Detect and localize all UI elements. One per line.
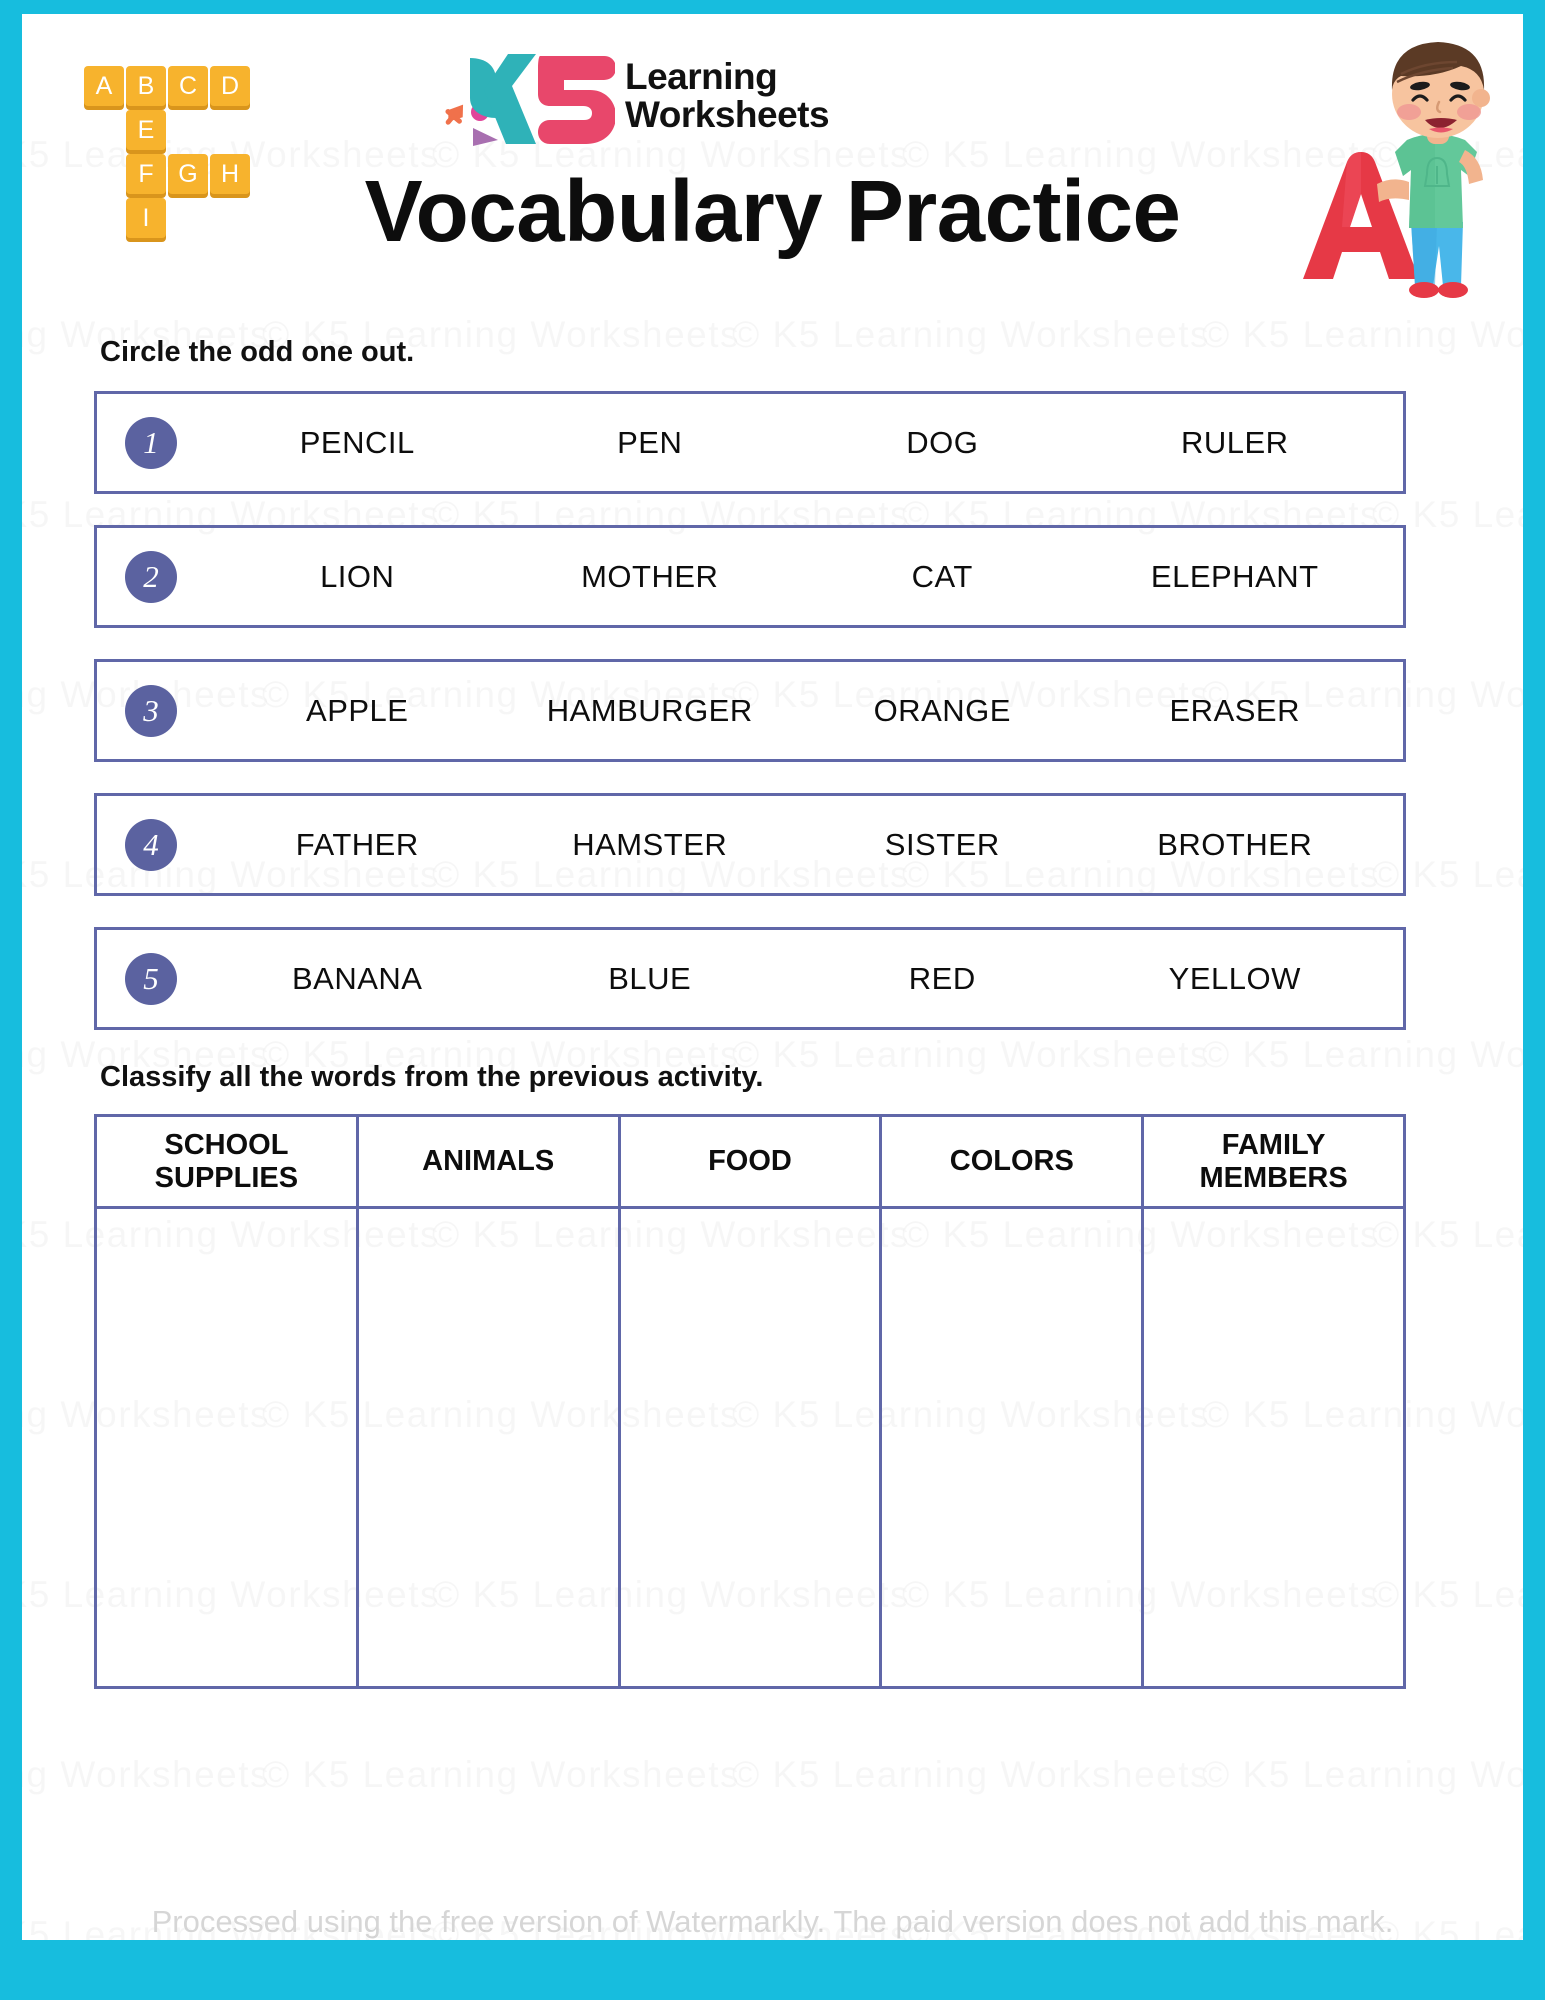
logo-wordmark: Learning Worksheets bbox=[625, 55, 830, 135]
row-number-badge: 4 bbox=[125, 818, 177, 871]
word-option[interactable]: MOTHER bbox=[504, 559, 797, 595]
word-option[interactable]: BROTHER bbox=[1089, 827, 1382, 863]
table-header-row: SCHOOL SUPPLIES ANIMALS FOOD COLORS FAMILY M… bbox=[94, 1114, 1406, 1209]
word-option[interactable]: ELEPHANT bbox=[1089, 559, 1382, 595]
exercise-row[interactable]: 5 BANANA BLUE RED YELLOW bbox=[94, 927, 1406, 1030]
exercise-row[interactable]: 2 LION MOTHER CAT ELEPHANT bbox=[94, 525, 1406, 628]
word-option[interactable]: CAT bbox=[796, 559, 1089, 595]
table-column-header: COLORS bbox=[879, 1114, 1145, 1209]
word-group: FATHER HAMSTER SISTER BROTHER bbox=[177, 827, 1403, 863]
table-answer-cell[interactable] bbox=[355, 1206, 621, 1689]
classification-table: SCHOOL SUPPLIES ANIMALS FOOD COLORS FAMILY M… bbox=[94, 1114, 1406, 1689]
table-answer-cell[interactable] bbox=[879, 1206, 1145, 1689]
worksheet-header: ABCDEFGHI Learning Worksheets Vocabulary… bbox=[22, 14, 1523, 344]
word-group: LION MOTHER CAT ELEPHANT bbox=[177, 559, 1403, 595]
table-column-header: SCHOOL SUPPLIES bbox=[94, 1114, 359, 1209]
table-column-header: FOOD bbox=[617, 1114, 883, 1209]
table-answer-cell[interactable] bbox=[1141, 1206, 1406, 1689]
word-option[interactable]: YELLOW bbox=[1089, 961, 1382, 997]
word-option[interactable]: PEN bbox=[504, 425, 797, 461]
k5-logo-svg bbox=[445, 54, 616, 146]
letter-tile-a: A bbox=[84, 66, 124, 106]
k5-learning-logo: Learning Worksheets bbox=[440, 46, 830, 146]
table-answer-cell[interactable] bbox=[617, 1206, 883, 1689]
word-option[interactable]: SISTER bbox=[796, 827, 1089, 863]
instruction-classify-words: Classify all the words from the previous… bbox=[100, 1061, 764, 1093]
boy-with-letter-a-illustration bbox=[1285, 24, 1515, 304]
k5-logo-mark bbox=[440, 46, 616, 146]
word-group: BANANA BLUE RED YELLOW bbox=[177, 961, 1403, 997]
footer-teal-band bbox=[0, 1940, 1545, 2000]
word-option[interactable]: BANANA bbox=[211, 961, 504, 997]
word-option[interactable]: DOG bbox=[796, 425, 1089, 461]
table-answer-row bbox=[94, 1206, 1406, 1689]
word-group: APPLE HAMBURGER ORANGE ERASER bbox=[177, 693, 1403, 729]
table-answer-cell[interactable] bbox=[94, 1206, 359, 1689]
letter-tile-e: E bbox=[126, 110, 166, 150]
exercise-row[interactable]: 1 PENCIL PEN DOG RULER bbox=[94, 391, 1406, 494]
row-number-badge: 3 bbox=[125, 684, 177, 737]
watermark-text: © K5 Learning Worksheets bbox=[1202, 1754, 1523, 1795]
word-option[interactable]: HAMSTER bbox=[504, 827, 797, 863]
instruction-circle-odd-one-out: Circle the odd one out. bbox=[100, 336, 415, 368]
word-option[interactable]: HAMBURGER bbox=[504, 693, 797, 729]
worksheet-paper: © K5 Learning Worksheets© K5 Learning Wo… bbox=[22, 14, 1523, 1940]
word-option[interactable]: APPLE bbox=[211, 693, 504, 729]
word-option[interactable]: RED bbox=[796, 961, 1089, 997]
mascot-svg bbox=[1303, 42, 1490, 298]
exercise-row[interactable]: 3 APPLE HAMBURGER ORANGE ERASER bbox=[94, 659, 1406, 762]
word-option[interactable]: LION bbox=[211, 559, 504, 595]
exercise-row[interactable]: 4 FATHER HAMSTER SISTER BROTHER bbox=[94, 793, 1406, 896]
word-option[interactable]: FATHER bbox=[211, 827, 504, 863]
watermarkly-notice: Processed using the free version of Wate… bbox=[151, 1904, 1394, 1939]
odd-one-out-rows: 1 PENCIL PEN DOG RULER 2 LION MOTHER CAT ELEPHANT… bbox=[94, 391, 1406, 1030]
word-option[interactable]: ORANGE bbox=[796, 693, 1089, 729]
worksheet-page: © K5 Learning Worksheets© K5 Learning Wo… bbox=[0, 0, 1545, 2000]
watermark-text: © K5 Learning Worksheets bbox=[262, 1754, 741, 1795]
letter-tile-c: C bbox=[168, 66, 208, 106]
word-option[interactable]: PENCIL bbox=[211, 425, 504, 461]
letter-tile-d: D bbox=[210, 66, 250, 106]
row-number-badge: 5 bbox=[125, 952, 177, 1005]
word-option[interactable]: RULER bbox=[1089, 425, 1382, 461]
classification-table-wrapper: SCHOOL SUPPLIES ANIMALS FOOD COLORS FAMILY M… bbox=[94, 1114, 1406, 1689]
table-column-header: FAMILY MEMBERS bbox=[1141, 1114, 1406, 1209]
watermark-text: © K5 Learning Worksheets bbox=[732, 1754, 1211, 1795]
logo-line-worksheets: Worksheets bbox=[625, 94, 830, 135]
row-number-badge: 1 bbox=[125, 416, 177, 469]
logo-line-learning: Learning bbox=[625, 55, 778, 97]
table-column-header: ANIMALS bbox=[355, 1114, 621, 1209]
watermark-text: © K5 Learning Worksheets bbox=[22, 1754, 271, 1795]
row-number-badge: 2 bbox=[125, 550, 177, 603]
word-option[interactable]: ERASER bbox=[1089, 693, 1382, 729]
word-group: PENCIL PEN DOG RULER bbox=[177, 425, 1403, 461]
word-option[interactable]: BLUE bbox=[504, 961, 797, 997]
letter-tile-b: B bbox=[126, 66, 166, 106]
